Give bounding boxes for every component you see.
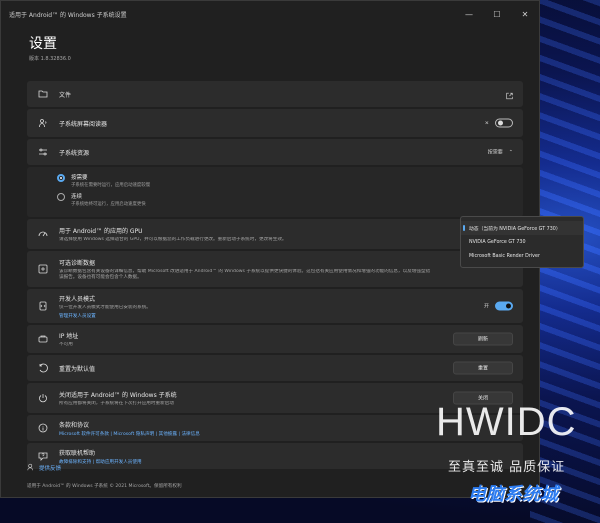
copyright-text: 适用于 Android™ 的 Windows 子系统 © 2021 Micros… <box>27 484 182 489</box>
footer: 提供反馈 适用于 Android™ 的 Windows 子系统 © 2021 M… <box>27 463 182 489</box>
screen-reader-label: 子系统屏幕阅读器 <box>59 120 108 128</box>
gauge-icon <box>37 228 49 240</box>
radio-as-needed-desc: 子系统在需要时运行，应用启动速度较慢 <box>71 183 151 188</box>
refresh-button[interactable]: 刷新 <box>453 332 513 346</box>
info-icon <box>37 422 49 434</box>
files-label: 文件 <box>59 91 72 99</box>
dev-mode-desc: 仅一位开发人员模式才能使用已安装的系统。 <box>59 304 151 310</box>
reset-icon <box>37 362 49 374</box>
developer-icon <box>37 300 49 312</box>
diagnostics-desc: 该诊断数据包含有关设备的详细信息，帮助 Microsoft 改进适用于 Andr… <box>59 268 431 280</box>
watermark: HWIDC <box>436 400 577 445</box>
close-button[interactable]: ✕ <box>511 1 539 27</box>
radio-as-needed[interactable]: 按需要 子系统在需要时运行，应用启动速度较慢 <box>57 173 523 188</box>
minimize-button[interactable]: — <box>455 1 483 27</box>
watermark-tagline: 至真至诚 品质保证 <box>448 460 566 475</box>
screen-reader-toggle[interactable] <box>495 118 513 128</box>
feedback-link[interactable]: 提供反馈 <box>27 463 182 473</box>
dev-mode-row: 开发人员模式 仅一位开发人员模式才能使用已安装的系统。 管理开发人员设置 开 <box>27 289 523 323</box>
version-label: 版本 1.8.32836.0 <box>29 56 71 62</box>
title-bar: 适用于 Android™ 的 Windows 子系统设置 — ☐ ✕ <box>1 1 539 27</box>
radio-continuous[interactable]: 连续 子系统始终可运行，应用启动速度更快 <box>57 192 523 207</box>
chevron-up-icon[interactable]: ⌃ <box>509 149 513 155</box>
radio-continuous-label: 连续 <box>71 194 83 200</box>
gpu-label: 用于 Android™ 的应用的 GPU <box>59 227 143 235</box>
gpu-desc: 请选择使用 Windows 选择适合的 GPU，并可以根据您的工作负载进行更改。… <box>59 236 287 242</box>
network-icon <box>37 333 49 345</box>
resources-row[interactable]: 子系统资源 按需要 ⌃ <box>27 139 523 165</box>
watermark-brand: HWIDC <box>436 400 577 444</box>
gpu-dropdown[interactable]: 动态（当前为 NVIDIA GeForce GT 730） NVIDIA GeF… <box>460 216 584 268</box>
window-controls: — ☐ ✕ <box>455 1 539 27</box>
resources-options: 按需要 子系统在需要时运行，应用启动速度较慢 连续 子系统始终可运行，应用启动速… <box>27 167 523 217</box>
gpu-row: 用于 Android™ 的应用的 GPU 请选择使用 Windows 选择适合的… <box>27 219 523 249</box>
watermark-logo: 电脑系统城 <box>468 484 558 505</box>
radio-continuous-desc: 子系统始终可运行，应用启动速度更快 <box>71 202 146 207</box>
radio-continuous-button[interactable] <box>57 193 65 201</box>
feedback-icon <box>27 463 35 473</box>
help-icon <box>37 450 49 462</box>
diagnostics-row: 可选诊断数据 该诊断数据包含有关设备的详细信息，帮助 Microsoft 改进适… <box>27 251 523 287</box>
gpu-option-dynamic[interactable]: 动态（当前为 NVIDIA GeForce GT 730） <box>461 221 583 235</box>
files-row[interactable]: 文件 <box>27 81 523 107</box>
diagnostics-icon <box>37 263 49 275</box>
dev-mode-toggle[interactable] <box>495 301 513 311</box>
radio-as-needed-label: 按需要 <box>71 175 88 181</box>
reset-button[interactable]: 重置 <box>453 361 513 375</box>
gpu-option-basic-render[interactable]: Microsoft Basic Render Driver <box>461 249 583 263</box>
folder-icon <box>37 88 49 100</box>
resources-value: 按需要 <box>487 149 503 156</box>
ip-row: IP 地址 不可用 刷新 <box>27 325 523 353</box>
screen-reader-icon <box>37 117 49 129</box>
power-icon <box>37 392 49 404</box>
dev-mode-label: 开发人员模式 <box>59 295 96 303</box>
dev-mode-toggle-label: 开 <box>483 303 489 310</box>
window-title: 适用于 Android™ 的 Windows 子系统设置 <box>9 11 127 19</box>
resources-label: 子系统资源 <box>59 149 90 157</box>
diagnostics-label: 可选诊断数据 <box>59 259 96 267</box>
screen-reader-row: 子系统屏幕阅读器 ✕ <box>27 109 523 137</box>
dev-settings-link[interactable]: 管理开发人员设置 <box>59 313 523 319</box>
external-link-icon <box>506 85 513 104</box>
reset-row: 重置为默认值 重置 <box>27 355 523 381</box>
gpu-option-nvidia[interactable]: NVIDIA GeForce GT 730 <box>461 235 583 249</box>
feedback-label: 提供反馈 <box>39 466 62 472</box>
screen-reader-off-icon: ✕ <box>484 120 489 126</box>
maximize-button[interactable]: ☐ <box>483 1 511 27</box>
sliders-icon <box>37 146 49 158</box>
radio-as-needed-button[interactable] <box>57 174 65 182</box>
page-header: 设置 版本 1.8.32836.0 <box>1 27 539 71</box>
page-title: 设置 <box>29 36 57 52</box>
